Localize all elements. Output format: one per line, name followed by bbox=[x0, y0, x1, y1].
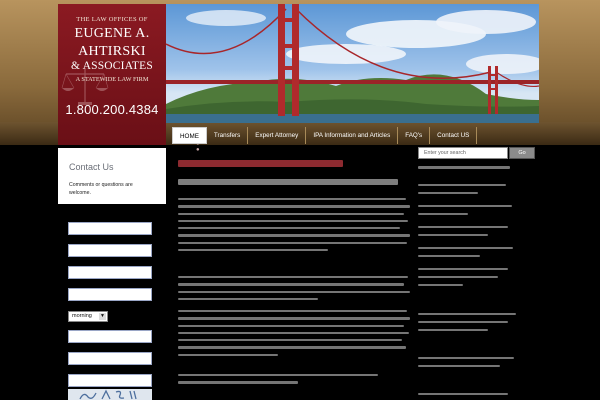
nav-item-expert-attorney[interactable]: Expert Attorney bbox=[248, 127, 307, 144]
text-line bbox=[178, 219, 408, 223]
contact-time-select[interactable]: morning ▼ bbox=[68, 311, 108, 322]
captcha-icon bbox=[79, 389, 137, 400]
nav-item-faqs[interactable]: FAQ's bbox=[398, 127, 431, 144]
contact-extra-field[interactable] bbox=[68, 374, 152, 387]
contact-title: Contact Us bbox=[69, 162, 114, 172]
sidebar-link[interactable] bbox=[418, 184, 506, 187]
nav-item-contact-us[interactable]: Contact US bbox=[430, 127, 478, 144]
search-input[interactable]: Enter your search bbox=[418, 147, 508, 159]
contact-box: Contact Us Comments or questions are wel… bbox=[58, 148, 166, 204]
contact-city-field[interactable] bbox=[68, 288, 152, 301]
contact-subject-field[interactable] bbox=[68, 330, 152, 343]
contact-message-field[interactable] bbox=[68, 352, 152, 365]
logo-name-line1: EUGENE A. bbox=[74, 26, 150, 41]
text-line bbox=[178, 331, 409, 335]
contact-phone-field[interactable] bbox=[68, 266, 152, 279]
sidebar-link[interactable] bbox=[418, 226, 508, 229]
text-line bbox=[178, 241, 407, 245]
sidebar-text-line bbox=[418, 321, 508, 324]
sidebar-link[interactable] bbox=[418, 255, 480, 258]
sidebar-text-line bbox=[418, 313, 516, 316]
text-line bbox=[178, 227, 400, 230]
banner-image bbox=[166, 4, 539, 123]
search-button[interactable]: Go bbox=[509, 147, 535, 159]
sidebar-link[interactable] bbox=[418, 234, 488, 237]
sidebar-link[interactable] bbox=[418, 205, 512, 208]
contact-time-value: morning bbox=[72, 313, 92, 319]
sidebar-link[interactable] bbox=[418, 284, 463, 287]
main-subtitle-bar bbox=[178, 179, 398, 185]
sidebar-link[interactable] bbox=[418, 276, 498, 279]
firm-logo[interactable]: THE LAW OFFICES OF EUGENE A. AHTIRSKI & … bbox=[58, 4, 200, 153]
sidebar-link[interactable] bbox=[418, 213, 468, 216]
nav-item-home[interactable]: HOME bbox=[172, 127, 207, 144]
paragraph-4 bbox=[178, 374, 410, 389]
main-title-placeholder bbox=[178, 160, 410, 172]
sidebar-text-line bbox=[418, 365, 500, 368]
text-line bbox=[178, 346, 406, 349]
text-line bbox=[178, 276, 408, 279]
page: THE LAW OFFICES OF EUGENE A. AHTIRSKI & … bbox=[0, 0, 600, 400]
chevron-down-icon: ▼ bbox=[99, 313, 106, 320]
text-line bbox=[178, 205, 410, 208]
text-line bbox=[178, 353, 278, 357]
main-title-bar bbox=[178, 160, 343, 167]
logo-name-line2: AHTIRSKI bbox=[78, 44, 146, 59]
text-line bbox=[178, 317, 410, 320]
text-line bbox=[178, 212, 404, 215]
text-line bbox=[178, 374, 378, 377]
sidebar-text-line bbox=[418, 393, 508, 396]
sidebar-text-line bbox=[418, 329, 488, 332]
text-line bbox=[178, 381, 298, 384]
scales-of-justice-icon bbox=[61, 68, 109, 105]
text-line bbox=[178, 297, 318, 301]
text-line bbox=[178, 310, 407, 313]
text-line bbox=[178, 324, 404, 327]
text-line bbox=[178, 290, 410, 293]
main-subtitle-placeholder bbox=[178, 179, 410, 190]
paragraph-2 bbox=[178, 276, 410, 305]
main-navigation: HOME Transfers Expert Attorney IPA Infor… bbox=[172, 127, 478, 144]
text-line bbox=[178, 249, 328, 252]
sidebar-heading-line bbox=[418, 166, 510, 169]
sidebar-text-line bbox=[418, 357, 514, 360]
paragraph-1 bbox=[178, 198, 410, 256]
contact-name-field[interactable] bbox=[68, 222, 152, 235]
contact-text: Comments or questions are welcome. bbox=[69, 182, 133, 196]
nav-item-transfers[interactable]: Transfers bbox=[207, 127, 249, 144]
logo-top-line: THE LAW OFFICES OF bbox=[76, 16, 148, 23]
text-line bbox=[178, 234, 410, 237]
sidebar-link[interactable] bbox=[418, 268, 508, 271]
text-line bbox=[178, 198, 406, 201]
text-line bbox=[178, 283, 404, 286]
captcha-image bbox=[68, 389, 152, 400]
sidebar-link[interactable] bbox=[418, 247, 513, 250]
text-line bbox=[178, 339, 402, 342]
golden-gate-bridge-icon bbox=[166, 4, 539, 123]
paragraph-3 bbox=[178, 310, 410, 361]
contact-email-field[interactable] bbox=[68, 244, 152, 257]
sidebar-link[interactable] bbox=[418, 192, 478, 195]
nav-item-ipa-information[interactable]: IPA Information and Articles bbox=[306, 127, 399, 144]
